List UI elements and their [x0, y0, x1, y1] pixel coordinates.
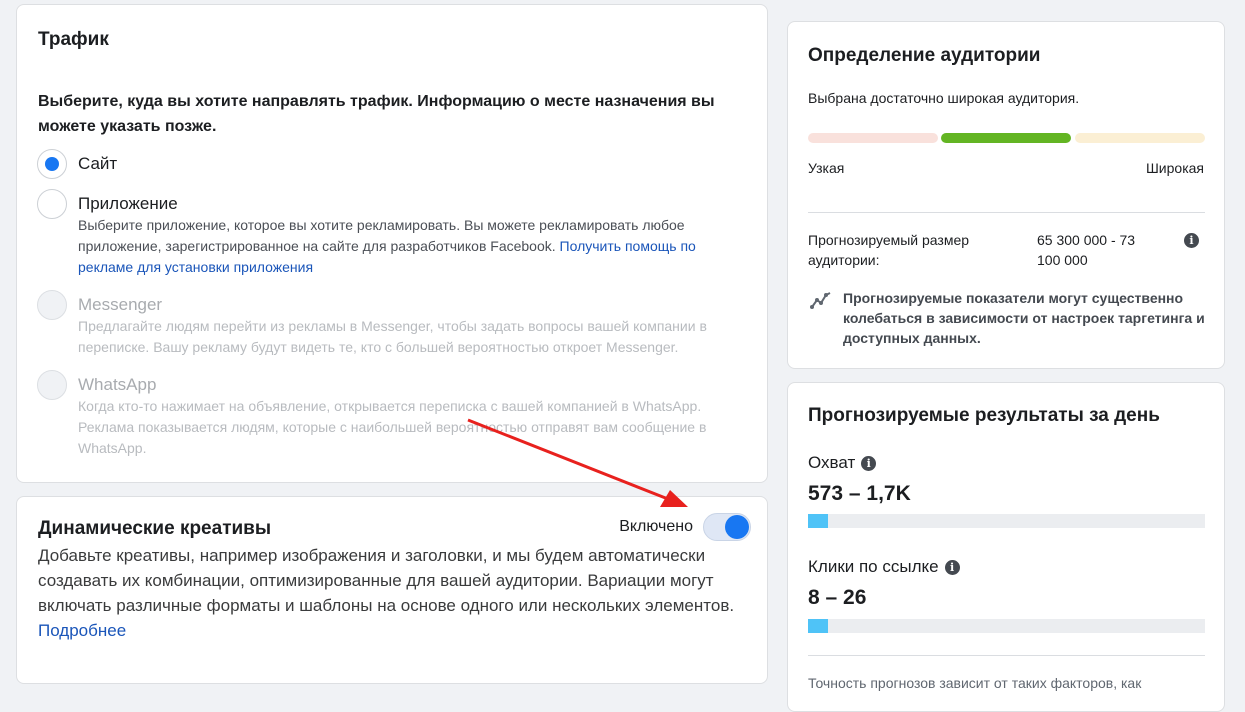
trend-icon: [810, 292, 831, 309]
audience-meter-selected: [941, 133, 1071, 143]
option-whatsapp-label: WhatsApp: [78, 375, 157, 394]
option-app-description: Выберите приложение, которое вы хотите р…: [78, 215, 750, 278]
results-divider: [808, 655, 1205, 656]
toggle-knob: [725, 515, 749, 539]
info-icon[interactable]: i: [944, 559, 960, 575]
info-icon[interactable]: i: [861, 455, 877, 471]
audience-note: Прогнозируемые показатели могут существе…: [843, 290, 1205, 346]
traffic-description: Выберите, куда вы хотите направлять траф…: [38, 93, 715, 135]
radio-whatsapp: [37, 370, 67, 400]
info-icon[interactable]: i: [1184, 233, 1199, 248]
toggle-label: Включено: [619, 518, 693, 535]
reach-bar-fill: [808, 514, 828, 528]
traffic-title: Трафик: [38, 29, 109, 50]
learn-more-link[interactable]: Подробнее: [38, 621, 126, 640]
reach-bar: [808, 514, 1205, 528]
option-messenger-description: Предлагайте людям перейти из рекламы в M…: [78, 318, 707, 355]
radio-app[interactable]: [37, 189, 67, 219]
dynamic-creatives-toggle[interactable]: [703, 513, 751, 541]
dynamic-creatives-description: Добавьте креативы, например изображения …: [38, 543, 738, 643]
audience-meter-wide: [1075, 133, 1205, 143]
clicks-label: Клики по ссылке i: [808, 557, 960, 577]
dynamic-creatives-title: Динамические креативы: [38, 518, 272, 539]
reach-label: Охват i: [808, 453, 877, 473]
audience-status: Выбрана достаточно широкая аудитория.: [808, 90, 1080, 106]
audience-size-value: 65 300 000 - 73 100 000: [1037, 232, 1136, 268]
reach-label-text: Охват: [808, 453, 856, 472]
clicks-label-text: Клики по ссылке: [808, 557, 939, 576]
audience-divider: [808, 212, 1205, 213]
meter-narrow-label: Узкая: [808, 160, 845, 176]
audience-size-label: Прогнозируемый размер аудитории:: [808, 232, 970, 268]
clicks-value: 8 – 26: [808, 586, 867, 609]
dynamic-creatives-toggle-wrap: Включено: [619, 513, 751, 541]
option-app-label: Приложение: [78, 194, 178, 213]
audience-definition-card: Определение аудитории Выбрана достаточно…: [787, 21, 1225, 369]
dynamic-creatives-description-text: Добавьте креативы, например изображения …: [38, 546, 735, 615]
reach-value: 573 – 1,7K: [808, 482, 911, 505]
results-footer: Точность прогнозов зависит от таких факт…: [808, 675, 1142, 691]
option-website-label: Сайт: [78, 154, 118, 173]
option-messenger-label: Messenger: [78, 295, 163, 314]
daily-results-card: Прогнозируемые результаты за день Охват …: [787, 382, 1225, 712]
clicks-bar: [808, 619, 1205, 633]
audience-meter-narrow: [808, 133, 938, 143]
traffic-card: Трафик Выберите, куда вы хотите направля…: [16, 4, 768, 483]
clicks-bar-fill: [808, 619, 828, 633]
dynamic-creatives-card: Динамические креативы Включено Добавьте …: [16, 496, 768, 684]
audience-title: Определение аудитории: [808, 45, 1041, 66]
radio-messenger: [37, 290, 67, 320]
meter-wide-label: Широкая: [1145, 160, 1204, 176]
results-title: Прогнозируемые результаты за день: [808, 405, 1160, 426]
radio-website[interactable]: [37, 149, 67, 179]
option-whatsapp-description: Когда кто-то нажимает на объявление, отк…: [78, 398, 707, 456]
